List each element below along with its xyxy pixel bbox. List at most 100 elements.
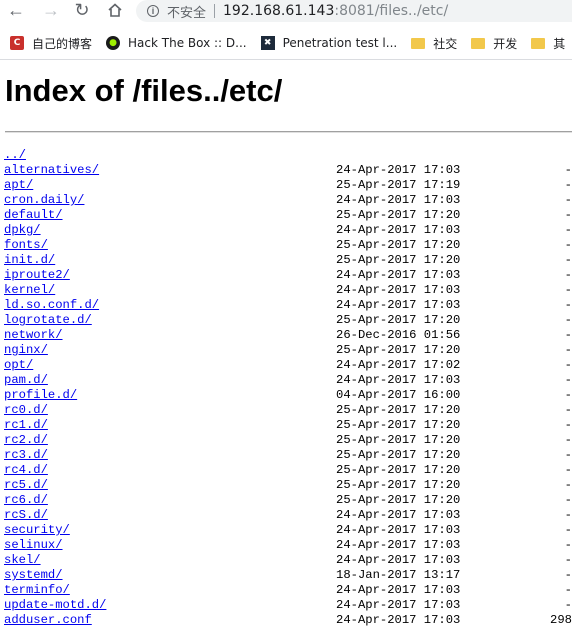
modified-date: 25-Apr-2017 17:20 <box>336 478 461 492</box>
file-link[interactable]: default/ <box>4 208 63 222</box>
file-link[interactable]: terminfo/ <box>4 583 70 597</box>
listing-row: systemd/18-Jan-2017 13:17 - <box>4 568 572 583</box>
file-link[interactable]: rc5.d/ <box>4 478 48 492</box>
bookmark-penetration[interactable]: ✖ Penetration test l... <box>260 36 397 50</box>
file-size: - <box>564 553 572 567</box>
modified-date: 24-Apr-2017 17:03 <box>336 613 461 627</box>
file-link[interactable]: alternatives/ <box>4 163 99 177</box>
file-size: - <box>564 583 572 597</box>
file-link[interactable]: cron.daily/ <box>4 193 84 207</box>
info-icon[interactable]: i <box>147 5 159 17</box>
listing-row: rc4.d/25-Apr-2017 17:20 - <box>4 463 572 478</box>
folder-icon <box>471 37 486 49</box>
modified-date: 24-Apr-2017 17:03 <box>336 583 461 597</box>
file-link[interactable]: rcS.d/ <box>4 508 48 522</box>
file-link[interactable]: init.d/ <box>4 253 55 267</box>
file-link[interactable]: selinux/ <box>4 538 63 552</box>
security-label[interactable]: 不安全 <box>167 2 206 21</box>
file-size: - <box>564 523 572 537</box>
file-size: - <box>564 313 572 327</box>
penetration-icon: ✖ <box>260 36 275 50</box>
listing-row: terminfo/24-Apr-2017 17:03 - <box>4 583 572 598</box>
file-link[interactable]: opt/ <box>4 358 33 372</box>
folder-icon <box>531 37 546 49</box>
file-link[interactable]: apt/ <box>4 178 33 192</box>
file-size: - <box>564 388 572 402</box>
file-link[interactable]: rc3.d/ <box>4 448 48 462</box>
file-size: - <box>564 463 572 477</box>
file-size: - <box>564 508 572 522</box>
file-link[interactable]: rc6.d/ <box>4 493 48 507</box>
file-link[interactable]: fonts/ <box>4 238 48 252</box>
modified-date: 25-Apr-2017 17:20 <box>336 433 461 447</box>
file-link[interactable]: systemd/ <box>4 568 63 582</box>
file-link[interactable]: rc0.d/ <box>4 403 48 417</box>
folder-icon <box>411 37 426 49</box>
listing-row: alternatives/24-Apr-2017 17:03 - <box>4 163 572 178</box>
back-arrow-icon[interactable]: ← <box>6 0 26 20</box>
modified-date: 25-Apr-2017 17:20 <box>336 463 461 477</box>
modified-date: 24-Apr-2017 17:03 <box>336 538 461 552</box>
bookmark-hackthebox[interactable]: ● Hack The Box :: D... <box>106 36 247 50</box>
file-size: - <box>564 478 572 492</box>
forward-arrow-icon[interactable]: → <box>41 0 61 20</box>
file-size: - <box>564 418 572 432</box>
bookmark-label: 开发 <box>493 36 518 51</box>
modified-date: 25-Apr-2017 17:20 <box>336 493 461 507</box>
file-link[interactable]: adduser.conf <box>4 613 92 627</box>
modified-date: 25-Apr-2017 17:20 <box>336 448 461 462</box>
modified-date: 24-Apr-2017 17:03 <box>336 373 461 387</box>
listing-row: dpkg/24-Apr-2017 17:03 - <box>4 223 572 238</box>
file-size: - <box>564 568 572 582</box>
modified-date: 25-Apr-2017 17:20 <box>336 403 461 417</box>
file-link[interactable]: ../ <box>4 148 26 162</box>
file-link[interactable]: nginx/ <box>4 343 48 357</box>
bookmark-blog[interactable]: C 自己的博客 <box>10 35 92 52</box>
horizontal-rule <box>5 131 572 133</box>
file-link[interactable]: skel/ <box>4 553 41 567</box>
bookmark-label: Hack The Box :: D... <box>128 36 247 50</box>
modified-date: 25-Apr-2017 17:20 <box>336 208 461 222</box>
file-link[interactable]: profile.d/ <box>4 388 77 402</box>
file-link[interactable]: ld.so.conf.d/ <box>4 298 99 312</box>
file-link[interactable]: security/ <box>4 523 70 537</box>
listing-row: cron.daily/24-Apr-2017 17:03 - <box>4 193 572 208</box>
file-link[interactable]: rc1.d/ <box>4 418 48 432</box>
modified-date: 24-Apr-2017 17:03 <box>336 163 461 177</box>
listing-row: skel/24-Apr-2017 17:03 - <box>4 553 572 568</box>
modified-date: 18-Jan-2017 13:17 <box>336 568 461 582</box>
listing-row: rc0.d/25-Apr-2017 17:20 - <box>4 403 572 418</box>
listing-row: selinux/24-Apr-2017 17:03 - <box>4 538 572 553</box>
bookmark-folder-social[interactable]: 社交 <box>411 35 457 52</box>
modified-date: 24-Apr-2017 17:03 <box>336 283 461 297</box>
bookmark-folder-other[interactable]: 其 <box>531 35 565 52</box>
file-link[interactable]: pam.d/ <box>4 373 48 387</box>
modified-date: 24-Apr-2017 17:03 <box>336 298 461 312</box>
listing-row: rc6.d/25-Apr-2017 17:20 - <box>4 493 572 508</box>
file-link[interactable]: iproute2/ <box>4 268 70 282</box>
file-size: - <box>564 433 572 447</box>
file-size: - <box>564 223 572 237</box>
file-size: - <box>564 268 572 282</box>
file-link[interactable]: rc2.d/ <box>4 433 48 447</box>
file-size: - <box>564 598 572 612</box>
reload-icon[interactable]: ↻ <box>72 0 92 20</box>
file-link[interactable]: network/ <box>4 328 63 342</box>
url-text[interactable]: 192.168.61.143:8081/files../etc/ <box>223 3 448 19</box>
file-link[interactable]: dpkg/ <box>4 223 41 237</box>
bookmark-folder-dev[interactable]: 开发 <box>471 35 517 52</box>
file-link[interactable]: logrotate.d/ <box>4 313 92 327</box>
toolbar-divider <box>0 59 572 60</box>
listing-row: rc2.d/25-Apr-2017 17:20 - <box>4 433 572 448</box>
file-size: - <box>564 373 572 387</box>
file-link[interactable]: update-motd.d/ <box>4 598 106 612</box>
address-bar[interactable]: i 不安全 192.168.61.143:8081/files../etc/ <box>136 0 572 22</box>
file-size: - <box>564 538 572 552</box>
url-path: :8081/files../etc/ <box>334 3 449 19</box>
file-link[interactable]: rc4.d/ <box>4 463 48 477</box>
modified-date: 26-Dec-2016 01:56 <box>336 328 461 342</box>
home-icon[interactable] <box>105 0 125 20</box>
modified-date: 04-Apr-2017 16:00 <box>336 388 461 402</box>
file-link[interactable]: kernel/ <box>4 283 55 297</box>
listing-row: logrotate.d/25-Apr-2017 17:20 - <box>4 313 572 328</box>
